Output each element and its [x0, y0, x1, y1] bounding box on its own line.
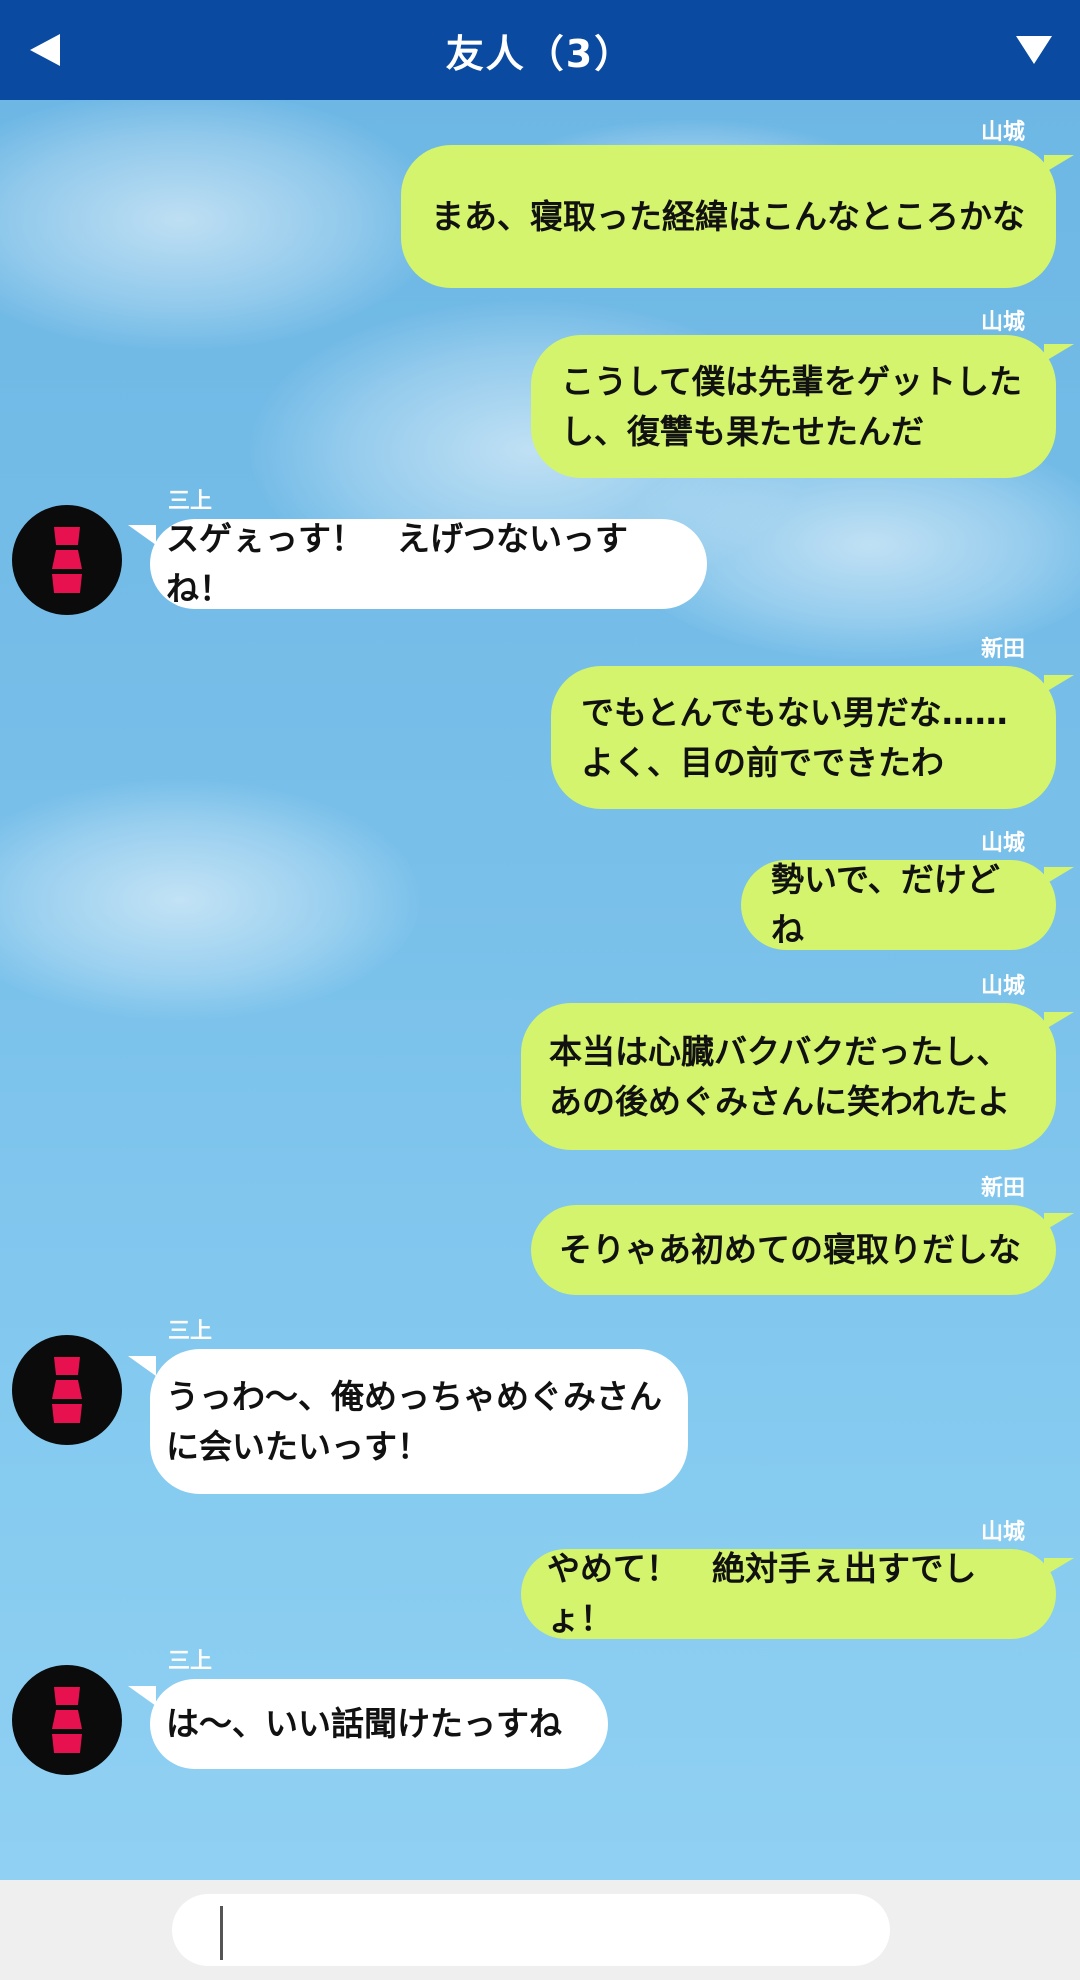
text-caret — [220, 1906, 223, 1960]
cloud-decoration — [0, 90, 440, 350]
avatar-mark-icon — [52, 527, 82, 593]
message-bubble: こうして僕は先輩をゲットした し、復讐も果たせたんだ — [531, 335, 1056, 478]
message-input-bar — [0, 1880, 1080, 1980]
avatar[interactable] — [12, 1665, 122, 1775]
sender-name: 新田 — [980, 1176, 1025, 1201]
chat-screen: 友人（3） 山城 まあ、寝取った経緯はこんなところかな 山城 こうして僕は先輩を… — [0, 0, 1080, 1980]
message-bubble: スゲぇっす！ えげつないっすね！ — [150, 519, 707, 609]
chat-header: 友人（3） — [0, 0, 1080, 100]
sender-name: 山城 — [980, 310, 1025, 335]
message-bubble: 勢いで、だけどね — [741, 860, 1056, 950]
message-bubble: うっわ～、俺めっちゃめぐみさん に会いたいっす！ — [150, 1349, 688, 1494]
dropdown-triangle-icon[interactable] — [1014, 34, 1054, 66]
avatar[interactable] — [12, 1335, 122, 1445]
message-bubble: やめて！ 絶対手ぇ出すでしょ！ — [521, 1549, 1056, 1639]
cloud-decoration — [0, 780, 420, 1020]
message-bubble: そりゃあ初めての寝取りだしな — [531, 1205, 1056, 1295]
sender-name: 三上 — [168, 489, 213, 514]
sender-name: 新田 — [980, 637, 1025, 662]
sender-name: 三上 — [168, 1319, 213, 1344]
sender-name: 山城 — [980, 831, 1025, 856]
avatar-mark-icon — [52, 1687, 82, 1753]
back-triangle-icon[interactable] — [28, 32, 62, 68]
message-bubble: でもとんでもない男だな…… よく、目の前でできたわ — [551, 666, 1056, 809]
message-bubble: まあ、寝取った経緯はこんなところかな — [401, 145, 1056, 288]
avatar-mark-icon — [52, 1357, 82, 1423]
avatar[interactable] — [12, 505, 122, 615]
sender-name: 山城 — [980, 1520, 1025, 1545]
message-bubble: 本当は心臓バクバクだったし、 あの後めぐみさんに笑われたよ — [521, 1003, 1056, 1150]
message-bubble: は～、いい話聞けたっすね — [150, 1679, 608, 1769]
sender-name: 三上 — [168, 1649, 213, 1674]
bubble-tail — [128, 1686, 156, 1706]
bubble-tail — [128, 1356, 156, 1376]
sender-name: 山城 — [980, 120, 1025, 145]
bubble-tail — [128, 525, 156, 545]
chat-title: 友人（3） — [445, 31, 635, 76]
sender-name: 山城 — [980, 974, 1025, 999]
message-input[interactable] — [172, 1894, 890, 1966]
